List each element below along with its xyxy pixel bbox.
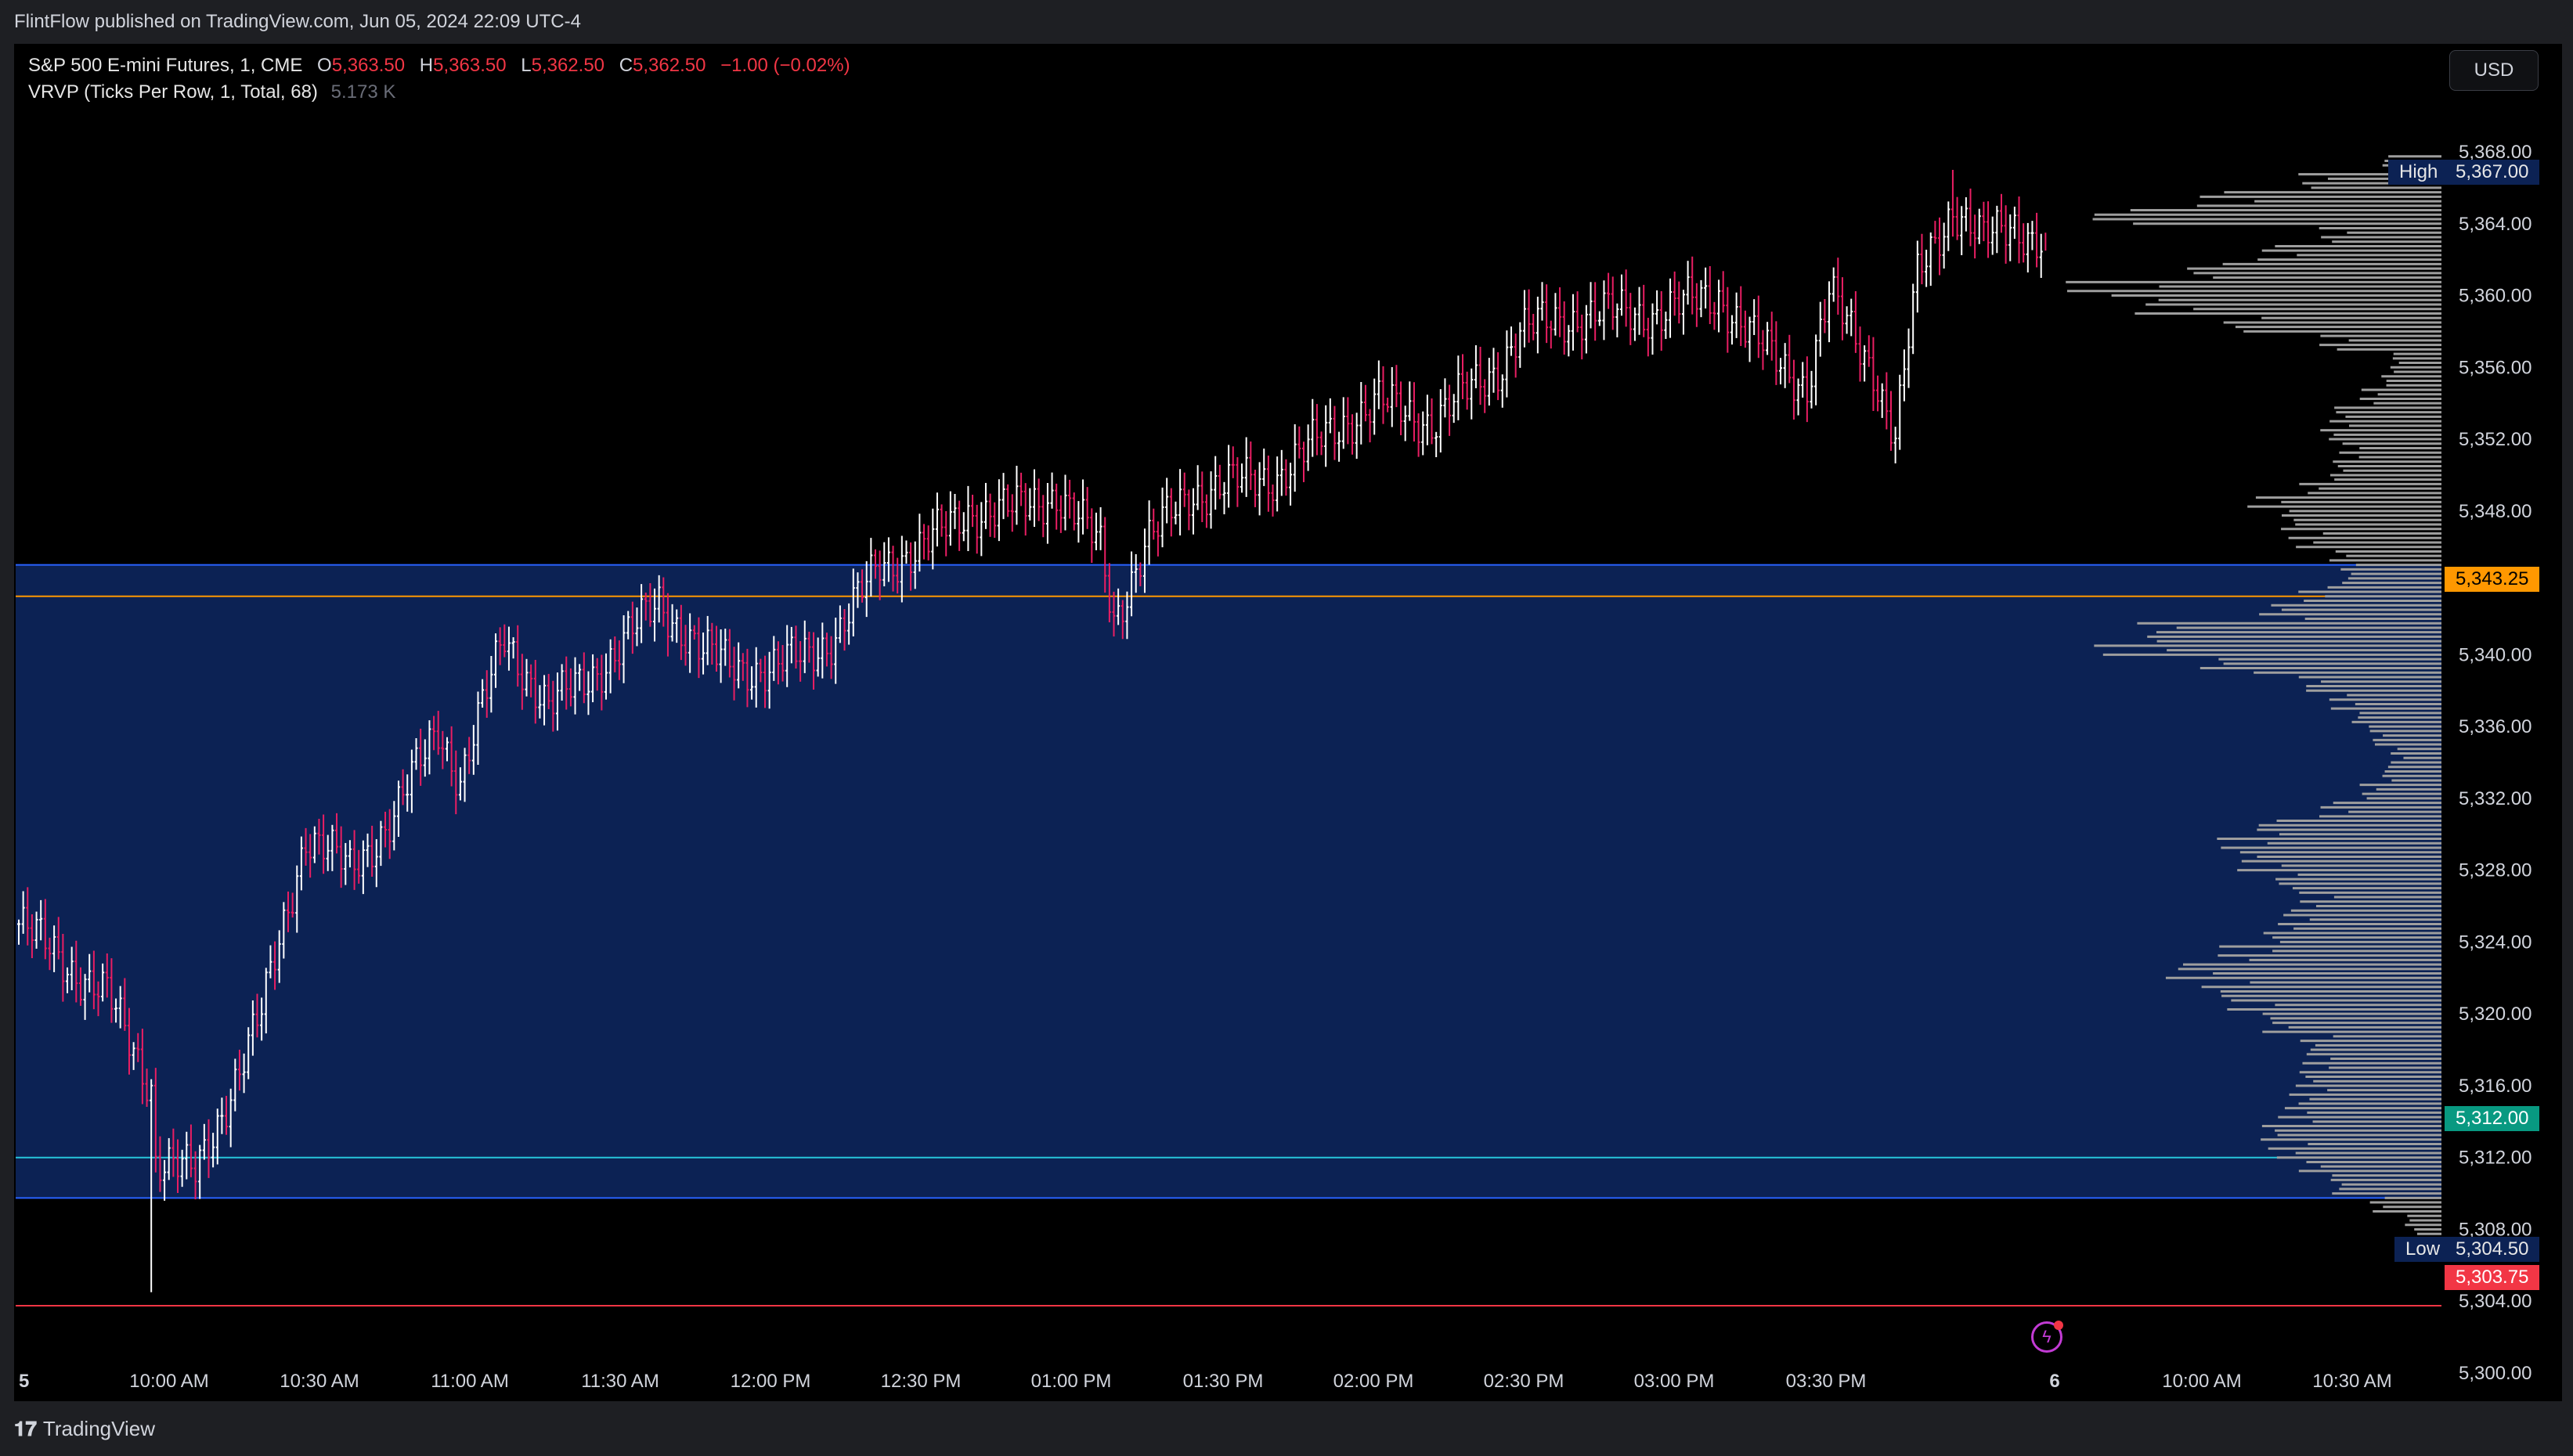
- y-tick-label: 5,312.00: [2459, 1148, 2532, 1169]
- y-tick-label: 5,364.00: [2459, 214, 2532, 235]
- symbol-legend: S&P 500 E-mini Futures, 1, CME O5,363.50…: [28, 55, 850, 77]
- close-label: C: [619, 55, 633, 76]
- change-value: −1.00 (−0.02%): [720, 55, 850, 76]
- brand-name: TradingView: [42, 1417, 155, 1440]
- x-tick-label: 01:30 PM: [1183, 1371, 1264, 1392]
- price-chart[interactable]: 5,368.005,364.005,360.005,356.005,352.00…: [14, 44, 2562, 1401]
- y-tick-label: 5,332.00: [2459, 788, 2532, 809]
- open-label: O: [317, 55, 332, 76]
- low-value: 5,362.50: [531, 55, 605, 76]
- indicator-legend: VRVP (Ticks Per Row, 1, Total, 68) 5.173…: [28, 81, 395, 103]
- y-tick-label: 5,316.00: [2459, 1076, 2532, 1097]
- indicator-name[interactable]: VRVP (Ticks Per Row, 1, Total, 68): [28, 81, 318, 103]
- y-tick-label: 5,360.00: [2459, 286, 2532, 307]
- x-tick-label: 02:00 PM: [1333, 1371, 1414, 1392]
- last-price-label: 5,303.75: [2445, 1265, 2540, 1290]
- x-tick-label: 10:30 AM: [280, 1371, 359, 1392]
- y-tick-label: 5,336.00: [2459, 716, 2532, 737]
- y-tick-label: 5,304.00: [2459, 1291, 2532, 1312]
- val-price-label: 5,312.00: [2445, 1106, 2540, 1131]
- x-tick-label: 03:30 PM: [1786, 1371, 1867, 1392]
- x-tick-label: 12:30 PM: [881, 1371, 962, 1392]
- x-tick-label: 11:30 AM: [581, 1371, 659, 1392]
- high-label: H: [419, 55, 434, 76]
- x-tick-label: 10:00 AM: [129, 1371, 208, 1392]
- publisher-text: FlintFlow published on TradingView.com, …: [14, 11, 581, 32]
- poc-price-label: 5,343.25: [2445, 567, 2540, 592]
- x-tick-label: 6: [2049, 1371, 2059, 1392]
- y-tick-label: 5,340.00: [2459, 644, 2532, 665]
- x-tick-label: 01:00 PM: [1031, 1371, 1112, 1392]
- low-price-label: 5,304.50: [2445, 1237, 2540, 1262]
- tradingview-logo[interactable]: 𝟏𝟕 TradingView: [14, 1417, 155, 1442]
- value-area-box: [16, 564, 2441, 1198]
- publisher-bar: FlintFlow published on TradingView.com, …: [0, 0, 2573, 44]
- x-tick-label: 11:00 AM: [431, 1371, 509, 1392]
- x-tick-label: 12:00 PM: [731, 1371, 811, 1392]
- currency-button[interactable]: USD: [2449, 50, 2539, 91]
- symbol-name[interactable]: S&P 500 E-mini Futures, 1, CME: [28, 55, 302, 76]
- low-label: L: [521, 55, 532, 76]
- low-tag: Low: [2394, 1237, 2452, 1262]
- x-tick-label: 10:30 AM: [2312, 1371, 2391, 1392]
- y-tick-label: 5,348.00: [2459, 501, 2532, 522]
- x-tick-label: 03:00 PM: [1634, 1371, 1715, 1392]
- y-tick-label: 5,328.00: [2459, 860, 2532, 881]
- chart-pane[interactable]: 5,368.00 5,364.00 5,360.00 5,356.00 5,352.00…: [14, 44, 2562, 1401]
- high-value: 5,363.50: [433, 55, 507, 76]
- high-price-label: 5,367.00: [2445, 160, 2540, 185]
- y-tick-label: 5,356.00: [2459, 357, 2532, 378]
- x-tick-label: 10:00 AM: [2162, 1371, 2241, 1392]
- lightning-icon[interactable]: ϟ: [2031, 1321, 2063, 1353]
- y-tick-label: 5,300.00: [2459, 1363, 2532, 1384]
- open-value: 5,363.50: [331, 55, 406, 76]
- y-tick-label: 5,352.00: [2459, 429, 2532, 450]
- x-tick-label: 5: [19, 1371, 29, 1392]
- close-value: 5,362.50: [633, 55, 706, 76]
- x-tick-label: 02:30 PM: [1484, 1371, 1564, 1392]
- high-tag: High: [2388, 160, 2449, 185]
- y-tick-label: 5,324.00: [2459, 932, 2532, 953]
- y-tick-label: 5,320.00: [2459, 1004, 2532, 1025]
- footer-bar: 𝟏𝟕 TradingView: [0, 1401, 2573, 1456]
- indicator-value: 5.173 K: [330, 81, 396, 103]
